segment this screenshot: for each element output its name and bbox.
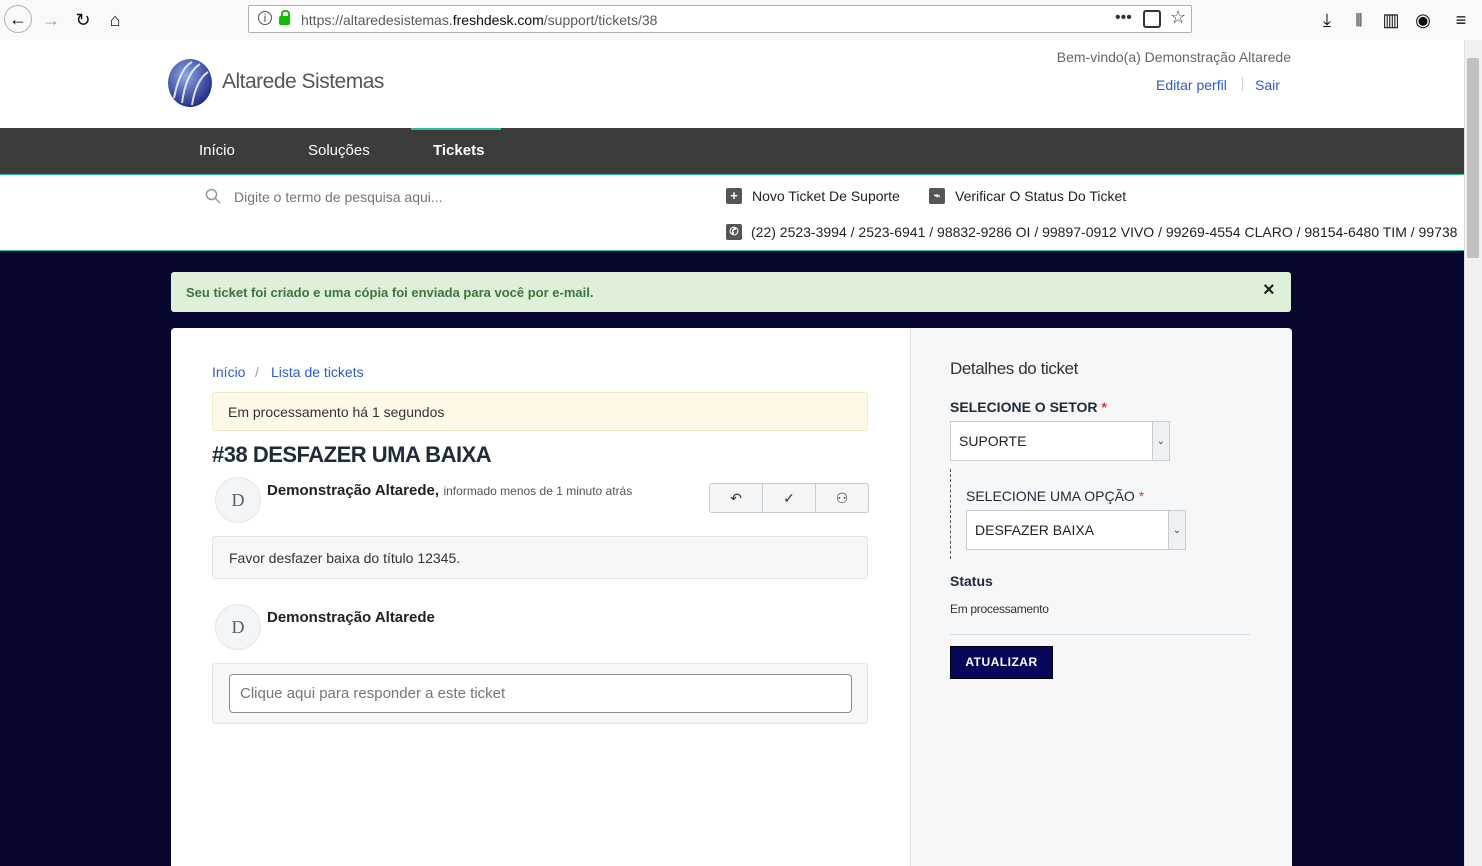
divider	[1242, 77, 1243, 91]
home-icon[interactable]: ⌂	[101, 6, 129, 34]
logo-icon[interactable]	[166, 58, 214, 108]
status-banner: Em processamento há 1 segundos	[212, 392, 868, 431]
ticket-body-text: Favor desfazer baixa do título 12345.	[229, 550, 461, 566]
author-name: Demonstração Altarede,	[267, 482, 440, 499]
menu-icon[interactable]: ≡	[1447, 6, 1475, 34]
search-icon	[205, 188, 221, 204]
browser-toolbar: ← → ↻ ⌂ i https://altaredesistemas.fresh…	[0, 0, 1482, 41]
status-value: Em processamento	[950, 602, 1049, 616]
update-button[interactable]: ATUALIZAR	[950, 646, 1053, 679]
back-icon[interactable]: ←	[4, 5, 32, 33]
info-icon[interactable]: i	[258, 11, 272, 25]
library-icon[interactable]: ⫼	[1345, 6, 1373, 34]
posted-time: informado menos de 1 minuto atrás	[443, 484, 633, 498]
option-select[interactable]: DESFAZER BAIXA ⌄	[966, 510, 1186, 550]
breadcrumb-ticket-list[interactable]: Lista de tickets	[271, 364, 364, 380]
reply-input[interactable]	[229, 674, 852, 713]
resolve-icon[interactable]: ✓	[763, 484, 816, 512]
check-status-link[interactable]: Verificar O Status Do Ticket	[955, 188, 1126, 204]
main-nav: Início Soluções Tickets	[0, 128, 1464, 174]
sector-select[interactable]: SUPORTE ⌄	[950, 421, 1170, 461]
ticket-body: Favor desfazer baixa do título 12345.	[212, 536, 868, 579]
ticket-meta: Demonstração Altarede, informado menos d…	[267, 482, 632, 500]
status-banner-text: Em processamento há 1 segundos	[228, 404, 445, 420]
nav-home[interactable]: Início	[199, 142, 235, 159]
option-label: SELECIONE UMA OPÇÃO *	[966, 488, 1145, 504]
site-header: Altarede Sistemas Bem-vindo(a) Demonstra…	[0, 40, 1464, 128]
download-icon[interactable]: ⤓	[1313, 6, 1341, 34]
activity-icon: ⌁	[929, 188, 945, 204]
ticket-title: #38 DESFAZER UMA BAIXA	[212, 442, 492, 467]
assign-user-icon[interactable]: ⚇	[816, 484, 868, 512]
new-ticket-link[interactable]: Novo Ticket De Suporte	[752, 188, 900, 204]
sidebar-icon[interactable]: ▥	[1377, 6, 1405, 34]
reply-icon[interactable]: ↶	[710, 484, 763, 512]
divider	[950, 634, 1250, 635]
close-icon[interactable]: ×	[1263, 279, 1275, 302]
pocket-icon[interactable]	[1143, 10, 1161, 28]
plus-icon: +	[726, 188, 742, 204]
phone-numbers: (22) 2523-3994 / 2523-6941 / 98832-9286 …	[751, 224, 1458, 240]
scrollbar-thumb[interactable]	[1467, 58, 1479, 258]
chevron-down-icon[interactable]: ⌄	[1152, 422, 1169, 460]
reply-author: Demonstração Altarede	[267, 609, 435, 626]
forward-icon[interactable]: →	[37, 6, 65, 34]
breadcrumb-separator: /	[255, 364, 259, 380]
ticket-panel: Início / Lista de tickets Em processamen…	[171, 328, 910, 866]
bookmark-star-icon[interactable]: ☆	[1170, 7, 1186, 28]
url-text: https://altaredesistemas.freshdesk.com/s…	[301, 12, 658, 28]
sector-label: SELECIONE O SETOR *	[950, 399, 1107, 415]
reply-avatar: D	[215, 604, 261, 650]
ticket-actions: ↶ ✓ ⚇	[709, 483, 869, 513]
alert-message: Seu ticket foi criado e uma cópia foi en…	[186, 285, 594, 300]
edit-profile-link[interactable]: Editar perfil	[1156, 77, 1227, 93]
phone-icon: ✆	[726, 224, 742, 240]
success-alert: Seu ticket foi criado e uma cópia foi en…	[171, 272, 1291, 312]
nav-tickets[interactable]: Tickets	[433, 142, 484, 159]
brand-name[interactable]: Altarede Sistemas	[222, 70, 384, 94]
breadcrumb-home[interactable]: Início	[212, 364, 245, 380]
account-icon[interactable]: ◉	[1409, 6, 1437, 34]
reload-icon[interactable]: ↻	[69, 6, 97, 34]
welcome-text: Bem-vindo(a) Demonstração Altarede	[1056, 49, 1291, 65]
option-select-value: DESFAZER BAIXA	[975, 522, 1095, 538]
active-tab-indicator	[411, 128, 501, 130]
nested-indicator	[950, 469, 952, 559]
chevron-down-icon[interactable]: ⌄	[1168, 511, 1185, 549]
search-input[interactable]	[232, 185, 696, 209]
ticket-details-panel: Detalhes do ticket SELECIONE O SETOR * S…	[910, 328, 1292, 866]
logout-link[interactable]: Sair	[1255, 77, 1280, 93]
details-heading: Detalhes do ticket	[950, 359, 1078, 378]
more-icon[interactable]: •••	[1115, 9, 1132, 27]
reply-box	[212, 663, 868, 724]
status-label: Status	[950, 573, 993, 589]
nav-solutions[interactable]: Soluções	[308, 142, 370, 159]
sector-select-value: SUPORTE	[959, 433, 1027, 449]
avatar: D	[215, 477, 261, 523]
url-bar[interactable]: i https://altaredesistemas.freshdesk.com…	[248, 5, 1192, 33]
search-bar: + Novo Ticket De Suporte ⌁ Verificar O S…	[0, 174, 1464, 251]
